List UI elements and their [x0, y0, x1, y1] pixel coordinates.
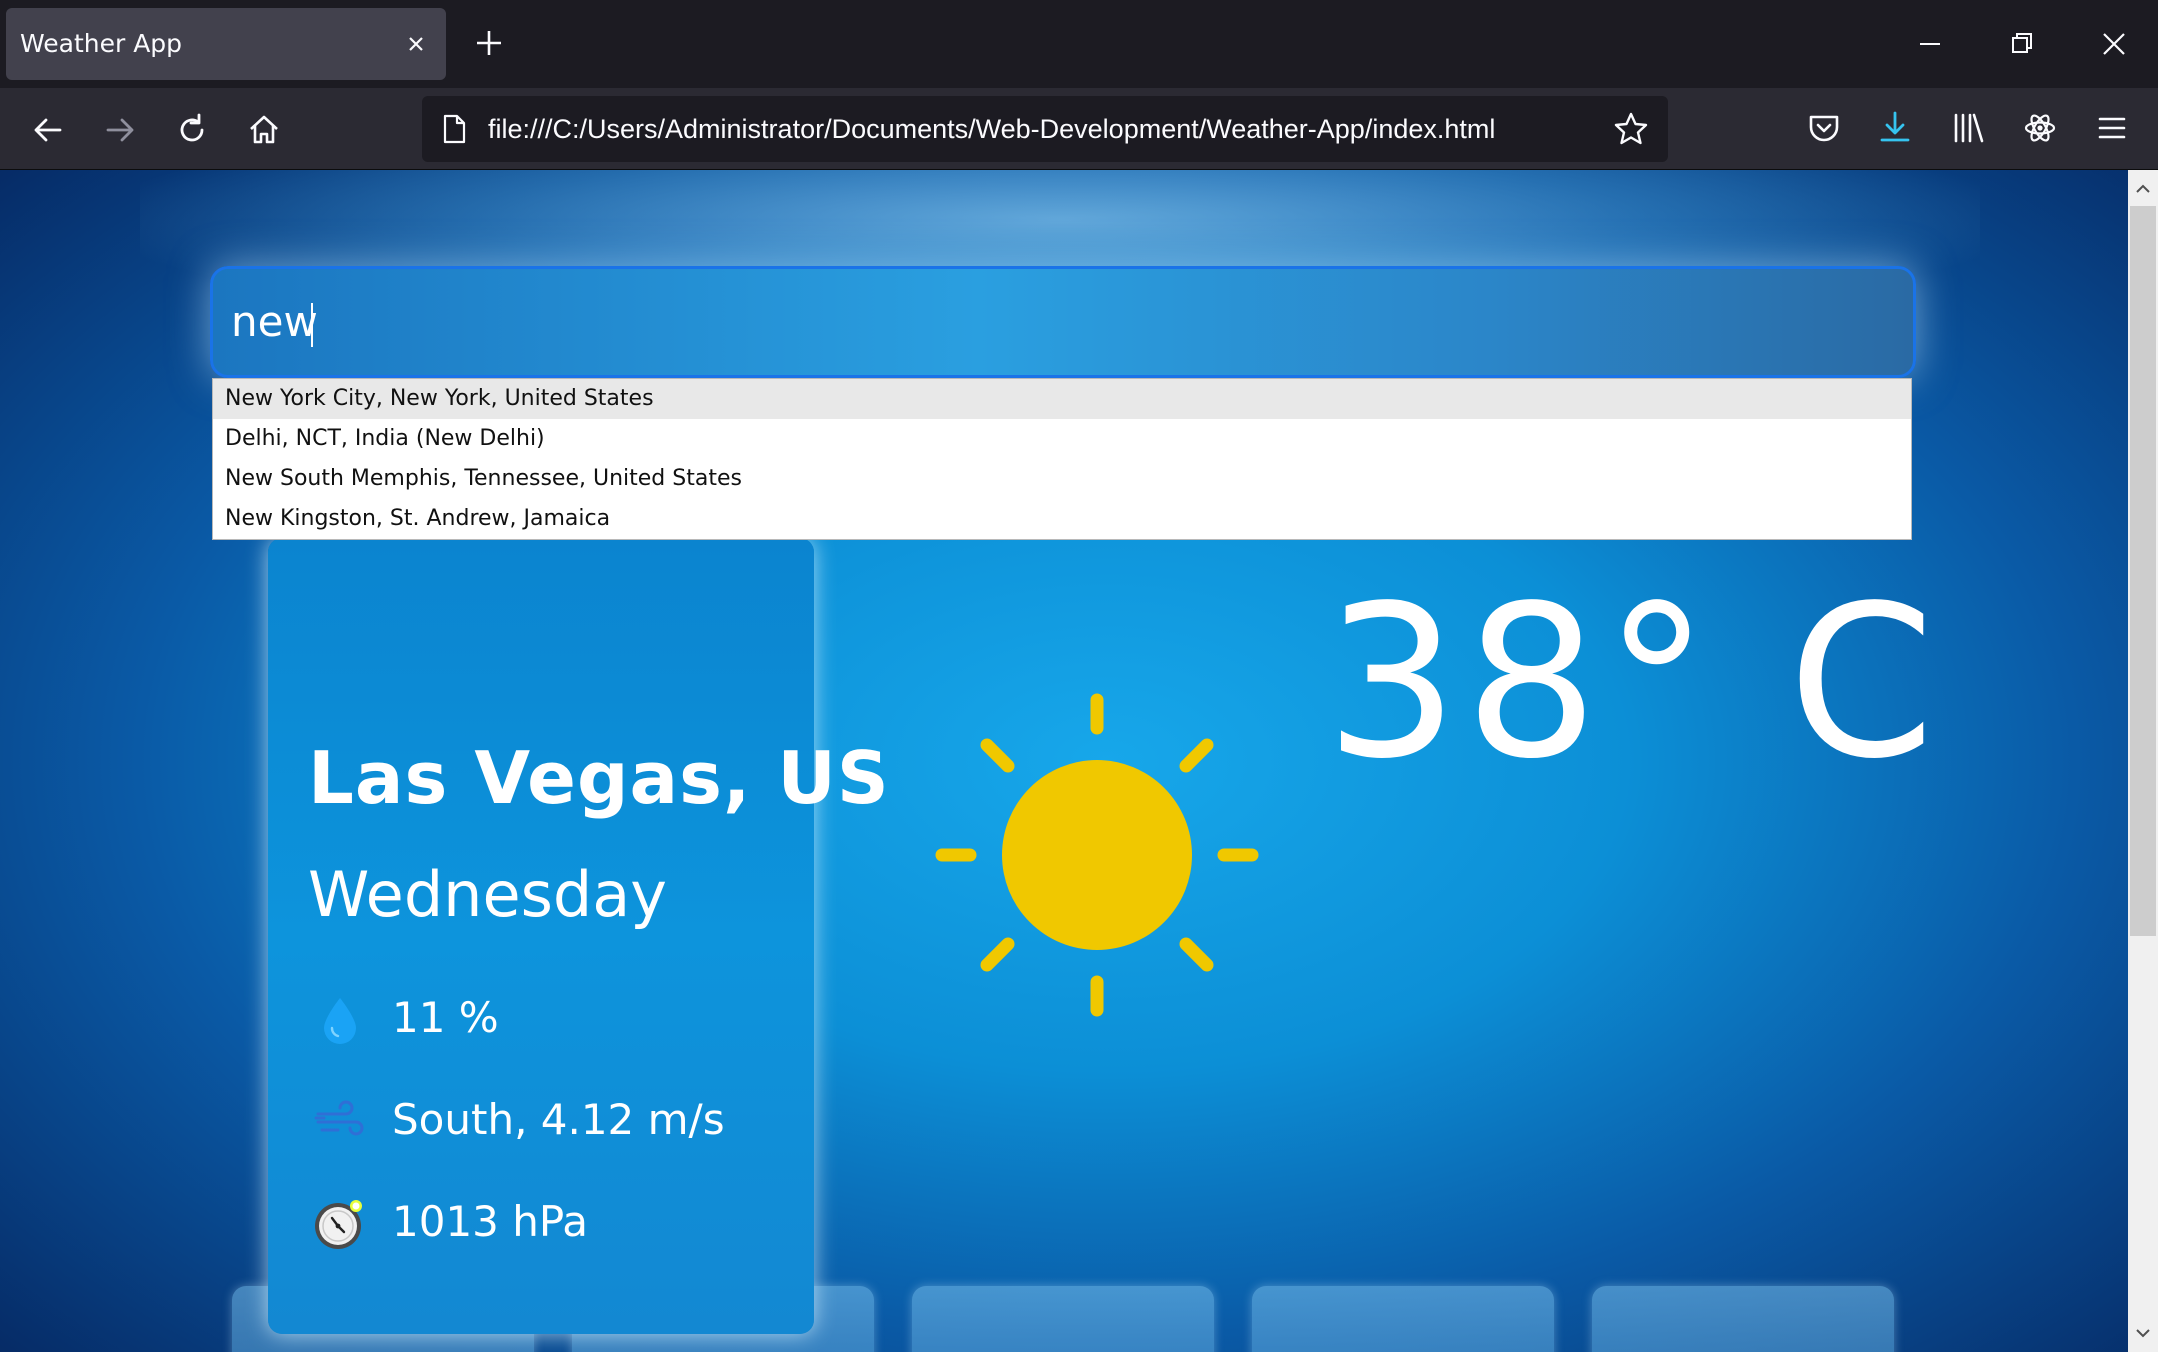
scroll-up-icon[interactable]	[2132, 178, 2154, 200]
text-caret	[311, 303, 313, 347]
scroll-down-icon[interactable]	[2132, 1322, 2154, 1344]
city-name: Las Vegas, US	[308, 736, 890, 820]
page-icon	[443, 114, 466, 144]
sun-icon	[935, 693, 1259, 1017]
navigation-toolbar: file:///C:/Users/Administrator/Documents…	[0, 88, 2158, 170]
humidity-value: 11 %	[392, 993, 499, 1042]
forecast-card	[1252, 1286, 1554, 1352]
forward-icon[interactable]	[98, 108, 142, 152]
minimize-icon[interactable]	[1910, 24, 1950, 64]
suggestion-item[interactable]: New York City, New York, United States	[213, 379, 1911, 419]
wind-icon	[314, 1100, 364, 1136]
suggestion-item[interactable]: New Kingston, St. Andrew, Jamaica	[213, 499, 1911, 539]
restore-icon[interactable]	[2002, 24, 2042, 64]
pocket-icon[interactable]	[1802, 106, 1846, 150]
city-search-box[interactable]	[210, 266, 1916, 378]
tab-weather-app[interactable]: Weather App	[6, 8, 446, 80]
temperature: 38° C	[1325, 560, 1941, 805]
forecast-card	[912, 1286, 1214, 1352]
pressure-value: 1013 hPa	[392, 1197, 589, 1246]
weekday: Wednesday	[308, 858, 667, 931]
suggestion-item[interactable]: Delhi, NCT, India (New Delhi)	[213, 419, 1911, 459]
weather-page: Las Vegas, US Wednesday 11 % South, 4.12…	[0, 170, 2128, 1352]
react-devtools-icon[interactable]	[2018, 106, 2062, 150]
water-drop-icon	[324, 998, 356, 1044]
barometer-icon	[315, 1200, 362, 1249]
back-icon[interactable]	[26, 108, 70, 152]
home-icon[interactable]	[242, 108, 286, 152]
downloads-icon[interactable]	[1873, 106, 1917, 150]
wind-value: South, 4.12 m/s	[392, 1095, 725, 1144]
menu-icon[interactable]	[2090, 106, 2134, 150]
suggestion-item[interactable]: New South Memphis, Tennessee, United Sta…	[213, 459, 1911, 499]
address-bar[interactable]: file:///C:/Users/Administrator/Documents…	[422, 96, 1668, 162]
library-icon[interactable]	[1946, 106, 1990, 150]
forecast-card	[1592, 1286, 1894, 1352]
url-text[interactable]: file:///C:/Users/Administrator/Documents…	[488, 96, 1495, 162]
current-weather-card: Las Vegas, US Wednesday 11 % South, 4.12…	[268, 538, 889, 1334]
tab-title: Weather App	[20, 29, 183, 58]
autocomplete-list: New York City, New York, United States D…	[212, 378, 1912, 540]
close-window-icon[interactable]	[2094, 24, 2134, 64]
reload-icon[interactable]	[170, 108, 214, 152]
city-search-input[interactable]	[231, 269, 1891, 375]
scroll-thumb[interactable]	[2130, 206, 2156, 936]
bookmark-star-icon[interactable]	[1612, 110, 1650, 148]
close-tab-icon[interactable]	[400, 28, 432, 60]
page-scrollbar[interactable]	[2128, 170, 2158, 1352]
new-tab-icon[interactable]	[472, 26, 506, 60]
tab-strip: Weather App	[0, 0, 2158, 88]
